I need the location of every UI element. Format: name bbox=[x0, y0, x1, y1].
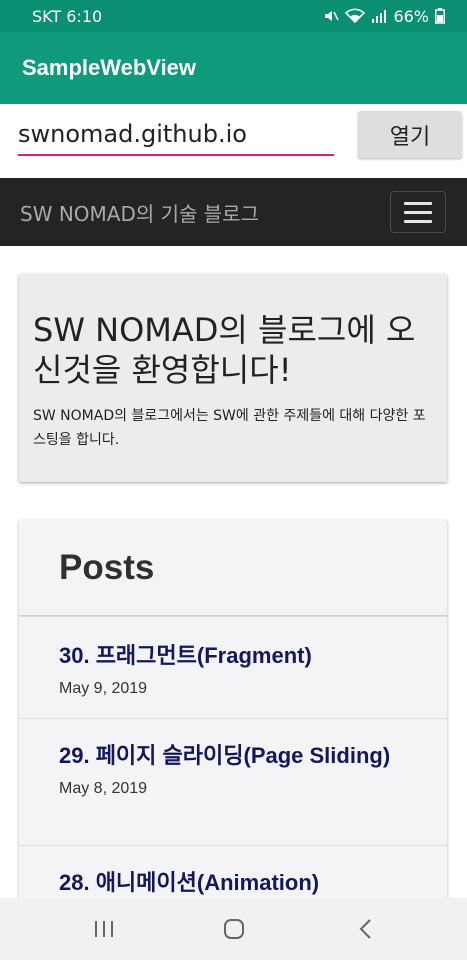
post-title-link[interactable]: 28. 애니메이션(Animation) bbox=[59, 868, 407, 897]
hero-text: SW NOMAD의 블로그에서는 SW에 관한 주제들에 대해 다양한 포스팅을… bbox=[33, 408, 426, 448]
mute-icon bbox=[325, 11, 340, 21]
back-icon[interactable] bbox=[352, 916, 380, 942]
webview[interactable]: SW NOMAD의 기술 블로그 SW NOMAD의 블로그에 오신것을 환영합… bbox=[0, 178, 467, 898]
battery-icon bbox=[435, 8, 445, 24]
signal-icon bbox=[372, 10, 387, 23]
hamburger-bar bbox=[404, 210, 432, 214]
post-item[interactable]: 30. 프래그먼트(Fragment) May 9, 2019 bbox=[19, 616, 447, 718]
system-nav-bar bbox=[0, 898, 467, 960]
hamburger-bar bbox=[404, 201, 432, 205]
home-icon[interactable] bbox=[220, 916, 248, 942]
post-title-link[interactable]: 29. 페이지 슬라이딩(Page Sliding) bbox=[59, 741, 407, 770]
hamburger-bar bbox=[404, 219, 432, 223]
status-icons: 66% bbox=[323, 7, 445, 26]
post-item[interactable]: 29. 페이지 슬라이딩(Page Sliding) May 8, 2019 bbox=[19, 718, 447, 845]
hamburger-icon[interactable] bbox=[390, 191, 446, 233]
url-input[interactable] bbox=[18, 114, 334, 156]
wifi-icon bbox=[345, 8, 366, 24]
status-bar: SKT 6:10 66% bbox=[0, 0, 467, 32]
battery-percent: 66% bbox=[393, 6, 429, 26]
post-item[interactable]: 28. 애니메이션(Animation) bbox=[19, 845, 447, 898]
site-brand[interactable]: SW NOMAD의 기술 블로그 bbox=[20, 198, 259, 227]
app-bar: SampleWebView bbox=[0, 32, 467, 104]
posts-heading: Posts bbox=[59, 548, 155, 587]
hero-card: SW NOMAD의 블로그에 오신것을 환영합니다! SW NOMAD의 블로그… bbox=[19, 274, 447, 482]
posts-card: Posts 30. 프래그먼트(Fragment) May 9, 2019 29… bbox=[19, 520, 447, 898]
recents-icon[interactable] bbox=[90, 916, 118, 942]
app-title: SampleWebView bbox=[22, 55, 197, 80]
site-navbar: SW NOMAD의 기술 블로그 bbox=[0, 178, 467, 246]
post-date: May 8, 2019 bbox=[59, 780, 148, 797]
hero-title: SW NOMAD의 블로그에 오신것을 환영합니다! bbox=[33, 311, 416, 389]
post-date: May 9, 2019 bbox=[59, 680, 148, 697]
post-title-link[interactable]: 30. 프래그먼트(Fragment) bbox=[59, 641, 407, 670]
open-button[interactable]: 열기 bbox=[358, 111, 462, 158]
status-carrier-time: SKT 6:10 bbox=[32, 6, 103, 26]
